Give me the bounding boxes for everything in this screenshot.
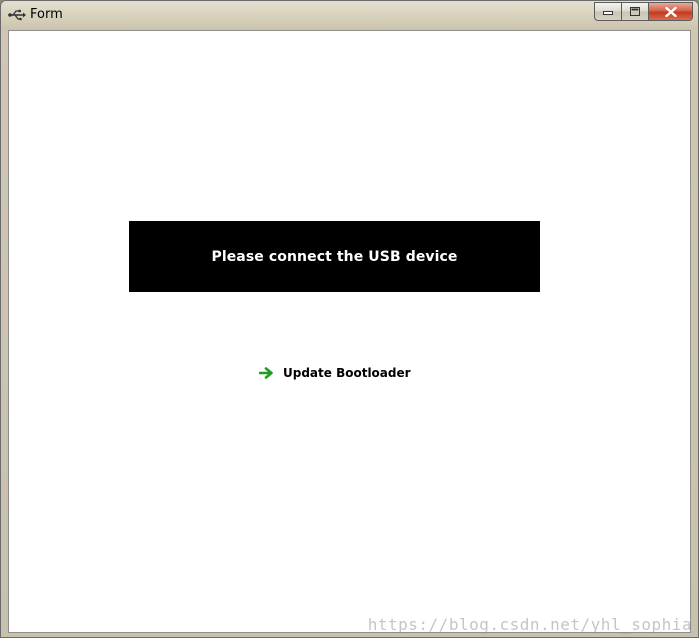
- client-area: Please connect the USB device Update Boo…: [8, 30, 691, 633]
- maximize-button[interactable]: [621, 2, 648, 21]
- title-bar[interactable]: Form: [1, 1, 698, 30]
- caption-buttons: [594, 2, 693, 21]
- close-icon: [664, 6, 677, 17]
- update-bootloader-link[interactable]: Update Bootloader: [259, 363, 411, 383]
- usb-icon: [8, 9, 26, 21]
- maximize-icon: [630, 7, 640, 16]
- minimize-icon: [603, 10, 613, 15]
- update-bootloader-label: Update Bootloader: [283, 366, 411, 380]
- close-button[interactable]: [648, 2, 693, 21]
- minimize-button[interactable]: [594, 2, 621, 21]
- status-banner: Please connect the USB device: [129, 221, 540, 292]
- arrow-right-icon: [259, 367, 273, 379]
- status-message: Please connect the USB device: [211, 248, 458, 265]
- watermark: https://blog.csdn.net/yhl_sophia: [367, 615, 692, 634]
- app-window: Form Please connect the USB device Updat…: [0, 0, 699, 638]
- window-title: Form: [30, 7, 63, 22]
